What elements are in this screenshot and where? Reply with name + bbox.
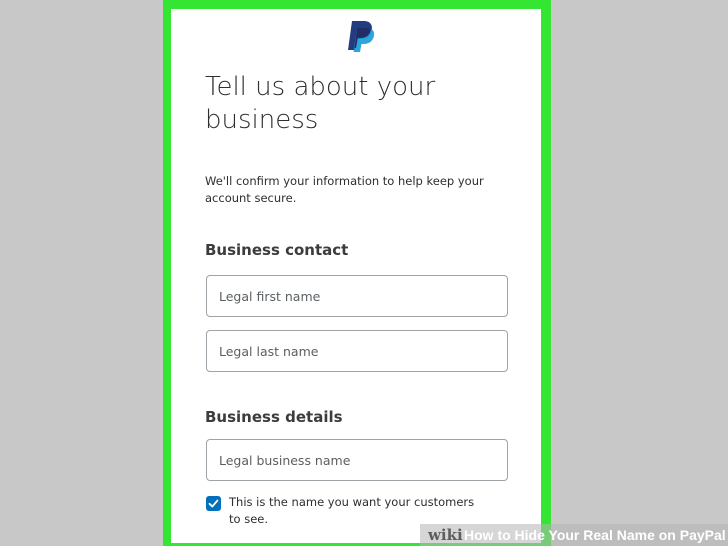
customer-name-checkbox-label: This is the name you want your customers… <box>229 495 475 526</box>
screenshot-stage: Tell us about your business We'll confir… <box>0 0 728 546</box>
checkmark-icon <box>208 499 219 508</box>
watermark-title: How to Hide Your Real Name on PayPal <box>464 527 726 543</box>
legal-business-name-input[interactable] <box>206 439 508 481</box>
page-title: Tell us about your business <box>205 72 436 135</box>
paypal-logo-icon <box>348 21 375 52</box>
legal-last-name-input[interactable] <box>206 330 508 372</box>
highlight-frame: Tell us about your business We'll confir… <box>163 0 551 546</box>
watermark-wiki: wiki <box>428 526 463 544</box>
wikihow-watermark: wiki How to Hide Your Real Name on PayPa… <box>420 524 728 546</box>
legal-first-name-input[interactable] <box>206 275 508 317</box>
business-contact-heading: Business contact <box>205 241 349 259</box>
business-details-heading: Business details <box>205 408 343 426</box>
signup-screen: Tell us about your business We'll confir… <box>171 9 541 543</box>
customer-name-checkbox[interactable] <box>206 496 221 511</box>
intro-text: We'll confirm your information to help k… <box>205 174 484 205</box>
